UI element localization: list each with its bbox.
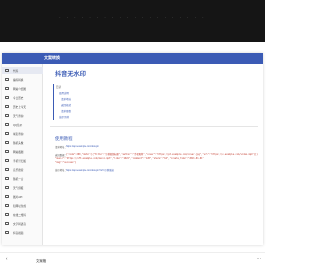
hero-banner: · · · · · · · · · · · · · · · · · · · · [0,0,265,42]
toc-accent-bar [53,84,54,120]
hero-caption: · · · · · · · · · · · · · · · · · · · · [59,16,206,19]
toc-item[interactable]: 请求地址 [61,97,71,101]
sidebar-item[interactable]: 手机号归属 [2,157,43,164]
picture-icon [5,194,9,199]
calendar-icon [5,95,9,100]
app-window: 文案转换 代码编码转换网站介绍图今日历史历史上今天天气查询 QQ估价域名查询随机头… [2,53,263,245]
music-icon [5,167,9,172]
code-icon [5,68,9,73]
sidebar-item[interactable]: 天气预报 [2,184,43,191]
sidebar-item-label: 网站截图 [13,150,24,154]
code-line: "music":"https://sf3.example.com/music.m… [55,157,204,160]
sidebar-item[interactable]: QQ估价 [2,121,43,128]
forecast-icon [5,185,9,190]
qrcode-icon [5,212,9,217]
screenshot-icon [5,149,9,154]
image-icon [5,86,9,91]
domain-icon [5,131,9,136]
sidebar-item[interactable]: 音乐搜索 [2,166,43,173]
bottom-title: 文案格 [36,258,47,263]
sidebar-item-label: 音乐搜索 [13,168,24,172]
sidebar-item-label: 域名查询 [13,132,24,136]
sidebar-item-label: 短网址生成 [13,204,26,208]
sidebar-item-label: 天气预报 [13,186,24,190]
demo-url-link[interactable]: https://api.example.com/douyin?url=示例链接 [66,168,114,172]
avatar-icon [5,140,9,145]
more-icon[interactable]: ⋯ [257,256,262,262]
sidebar-item[interactable]: 短网址生成 [2,202,43,209]
sidebar-item[interactable]: 天气查询 [2,112,43,119]
sidebar-item-label: 随机一言 [13,177,24,181]
history-icon [5,104,9,109]
sidebar-item-label: 天气查询 [13,114,24,118]
sidebar-item[interactable]: 在线二维码 [2,211,43,218]
sidebar-item[interactable]: 随机头像 [2,139,43,146]
usage-title: 使用教程 [55,136,73,141]
toc-item[interactable]: 使用说明 [59,91,69,95]
page-title: 抖音无水印 [55,71,86,78]
sidebar-item-label: 随机头像 [13,141,24,145]
toc-heading: 目录 [56,86,62,89]
sidebar-item-label: 手机号归属 [13,159,26,163]
sidebar-item[interactable]: 历史上今天 [2,103,43,110]
sidebar-item[interactable]: 代码 [2,67,43,74]
code-line: {"code":200,"data":[{"title":"示例视频标题","a… [66,153,258,156]
sidebar-item-label: QQ估价 [13,123,23,127]
sidebar-item-label: 历史上今天 [13,105,26,109]
qq-icon [5,122,9,127]
window-title: 文案转换 [44,55,60,60]
code-line: "msg":"success"} [55,161,77,164]
sidebar-item-label: 在线二维码 [13,213,26,217]
sidebar-item[interactable]: 抖音视频 [2,229,43,236]
sidebar-item-label: 文字转语音 [13,222,26,226]
sidebar-item[interactable]: 今日历史 [2,94,43,101]
section-divider [50,126,258,127]
title-bar: 文案转换 [2,53,263,64]
sidebar-item-label: 网站介绍图 [13,87,26,91]
sidebar-item[interactable]: 编码转换 [2,76,43,83]
sidebar: 代码编码转换网站介绍图今日历史历史上今天天气查询 QQ估价域名查询随机头像网站截图… [2,64,43,245]
sidebar-item[interactable]: 网站截图 [2,148,43,155]
sidebar-item[interactable]: 网站介绍图 [2,85,43,92]
sidebar-item-label: 今日历史 [13,96,24,100]
weather-icon [5,113,9,118]
sidebar-item-label: 代码 [13,69,19,73]
screen: · · · · · · · · · · · · · · · · · · · · … [0,0,265,265]
toc-item[interactable]: 返回格式 [61,103,71,107]
phone-icon [5,158,9,163]
sidebar-item-label: 抖音视频 [13,231,24,235]
video-icon [5,230,9,235]
sidebar-item-label: 图片API [13,195,23,199]
bottom-bar: ‹ 文案格 ⋯ [0,252,265,265]
sidebar-item[interactable]: 文字转语音 [2,220,43,227]
speech-icon [5,221,9,226]
sidebar-item-label: 编码转换 [13,78,24,82]
toc-item[interactable]: 请求参数 [61,109,71,113]
back-icon[interactable]: ‹ [6,256,8,261]
api-url-link[interactable]: https://api.example.com/douyin [66,145,99,148]
link-icon [5,203,9,208]
sidebar-item[interactable]: 域名查询 [2,130,43,137]
sidebar-item[interactable]: 随机一言 [2,175,43,182]
transform-icon [5,77,9,82]
quote-icon [5,176,9,181]
toc-item[interactable]: 演示示例 [59,115,69,119]
sidebar-item[interactable]: 图片API [2,193,43,200]
